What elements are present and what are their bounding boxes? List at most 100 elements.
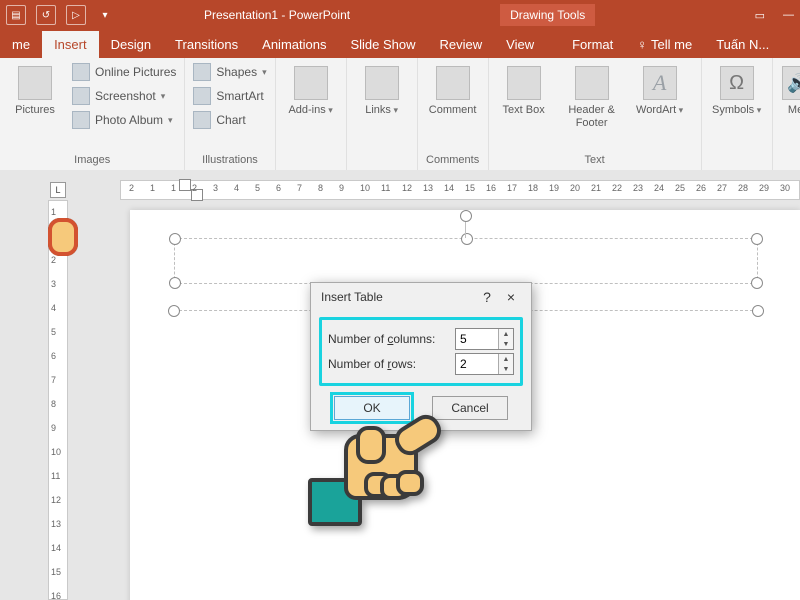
header-footer-label: Header & Footer (559, 104, 625, 130)
rows-down-icon[interactable]: ▼ (499, 364, 513, 374)
resize-handle-ne[interactable] (751, 233, 763, 245)
comment-icon (436, 66, 470, 100)
tab-design[interactable]: Design (99, 31, 163, 58)
dialog-close-button[interactable]: × (499, 289, 523, 305)
h-ruler-tick: 2 (192, 183, 197, 193)
insert-table-dialog: Insert Table ? × Number of columns: ▲▼ N… (310, 282, 532, 431)
group-text: Text Box Header & Footer A WordArt Text (489, 58, 702, 170)
cancel-button[interactable]: Cancel (432, 396, 508, 420)
undo-icon[interactable]: ↺ (36, 5, 56, 25)
rows-input[interactable] (456, 354, 498, 374)
tab-review[interactable]: Review (428, 31, 495, 58)
rows-up-icon[interactable]: ▲ (499, 354, 513, 364)
links-label: Links (365, 104, 398, 117)
v-ruler-tick: 15 (51, 567, 61, 577)
ok-button[interactable]: OK (334, 396, 410, 420)
h-ruler-tick: 29 (759, 183, 769, 193)
resize-handle-nw[interactable] (169, 233, 181, 245)
dialog-help-button[interactable]: ? (475, 289, 499, 305)
h-ruler-tick: 28 (738, 183, 748, 193)
pictures-button[interactable]: Pictures (6, 62, 64, 117)
minimize-icon[interactable]: — (783, 9, 794, 22)
slide-thumbnail-selected[interactable] (48, 218, 78, 256)
shapes-button[interactable]: Shapes (191, 62, 268, 82)
addins-button[interactable]: Add-ins (282, 62, 340, 117)
ribbon-tabs: me Insert Design Transitions Animations … (0, 30, 800, 58)
tab-transitions[interactable]: Transitions (163, 31, 250, 58)
columns-up-icon[interactable]: ▲ (499, 329, 513, 339)
header-footer-icon (575, 66, 609, 100)
links-icon (365, 66, 399, 100)
indent-marker-left[interactable] (179, 179, 191, 191)
start-from-beginning-icon[interactable]: ▷ (66, 5, 86, 25)
text-box-icon (507, 66, 541, 100)
columns-down-icon[interactable]: ▼ (499, 339, 513, 349)
tell-me-search[interactable]: ♀ Tell me (625, 31, 704, 58)
group-text-label: Text (495, 152, 695, 170)
smartart-button[interactable]: SmartArt (191, 86, 268, 106)
tab-insert[interactable]: Insert (42, 31, 99, 58)
tab-view[interactable]: View (494, 31, 546, 58)
h-ruler-tick: 16 (486, 183, 496, 193)
columns-input[interactable] (456, 329, 498, 349)
v-ruler-tick: 16 (51, 591, 61, 600)
online-pictures-button[interactable]: Online Pictures (70, 62, 178, 82)
smartart-label: SmartArt (216, 89, 263, 103)
wordart-button[interactable]: A WordArt (631, 62, 689, 117)
v-ruler-tick: 4 (51, 303, 56, 313)
h-ruler-tick: 25 (675, 183, 685, 193)
screenshot-button[interactable]: Screenshot (70, 86, 178, 106)
ribbon-options-icon[interactable]: ▭ (755, 9, 765, 22)
qat-custom-dropdown-icon[interactable]: ▾ (96, 6, 114, 24)
group-comments-label: Comments (424, 152, 482, 170)
v-ruler-tick: 8 (51, 399, 56, 409)
h-ruler-tick: 26 (696, 183, 706, 193)
chart-button[interactable]: Chart (191, 110, 268, 130)
header-footer-button[interactable]: Header & Footer (559, 62, 625, 130)
photo-album-icon (72, 111, 90, 129)
resize-handle-ne[interactable] (752, 305, 764, 317)
title-placeholder[interactable] (174, 238, 758, 284)
h-ruler-tick: 9 (339, 183, 344, 193)
group-addins: Add-ins (276, 58, 347, 170)
resize-handle-nw[interactable] (168, 305, 180, 317)
horizontal-ruler[interactable]: 2112345678910111213141516171819202122232… (120, 180, 800, 200)
save-icon[interactable]: ▤ (6, 5, 26, 25)
v-ruler-tick: 6 (51, 351, 56, 361)
wordart-icon: A (643, 66, 677, 100)
columns-label: Number of columns: (328, 332, 449, 346)
h-ruler-tick: 12 (402, 183, 412, 193)
symbols-label: Symbols (712, 104, 761, 117)
links-button[interactable]: Links (353, 62, 411, 117)
rotation-handle[interactable] (460, 210, 472, 222)
h-ruler-tick: 14 (444, 183, 454, 193)
resize-handle-se[interactable] (751, 277, 763, 289)
media-button[interactable]: 🔊 Med (779, 62, 800, 117)
tab-slide-show[interactable]: Slide Show (338, 31, 427, 58)
photo-album-button[interactable]: Photo Album (70, 110, 178, 130)
tab-animations[interactable]: Animations (250, 31, 338, 58)
tab-selector[interactable]: L (50, 182, 66, 198)
comment-label: Comment (429, 104, 477, 117)
resize-handle-sw[interactable] (169, 277, 181, 289)
h-ruler-tick: 18 (528, 183, 538, 193)
tab-home-partial[interactable]: me (0, 31, 42, 58)
vertical-ruler[interactable]: 112345678910111213141516 (48, 200, 68, 600)
addins-icon (294, 66, 328, 100)
group-comments: Comment Comments (418, 58, 489, 170)
dialog-titlebar[interactable]: Insert Table ? × (311, 283, 531, 311)
h-ruler-tick: 17 (507, 183, 517, 193)
resize-handle-n[interactable] (461, 233, 473, 245)
v-ruler-tick: 12 (51, 495, 61, 505)
comment-button[interactable]: Comment (424, 62, 482, 117)
group-links: Links (347, 58, 418, 170)
symbols-button[interactable]: Ω Symbols (708, 62, 766, 117)
signed-in-user[interactable]: Tuấn N... (704, 31, 781, 58)
rows-spinner[interactable]: ▲▼ (455, 353, 514, 375)
tab-format[interactable]: Format (560, 31, 625, 58)
columns-spinner[interactable]: ▲▼ (455, 328, 514, 350)
text-box-button[interactable]: Text Box (495, 62, 553, 117)
online-pictures-icon (72, 63, 90, 81)
h-ruler-tick: 1 (150, 183, 155, 193)
h-ruler-tick: 30 (780, 183, 790, 193)
